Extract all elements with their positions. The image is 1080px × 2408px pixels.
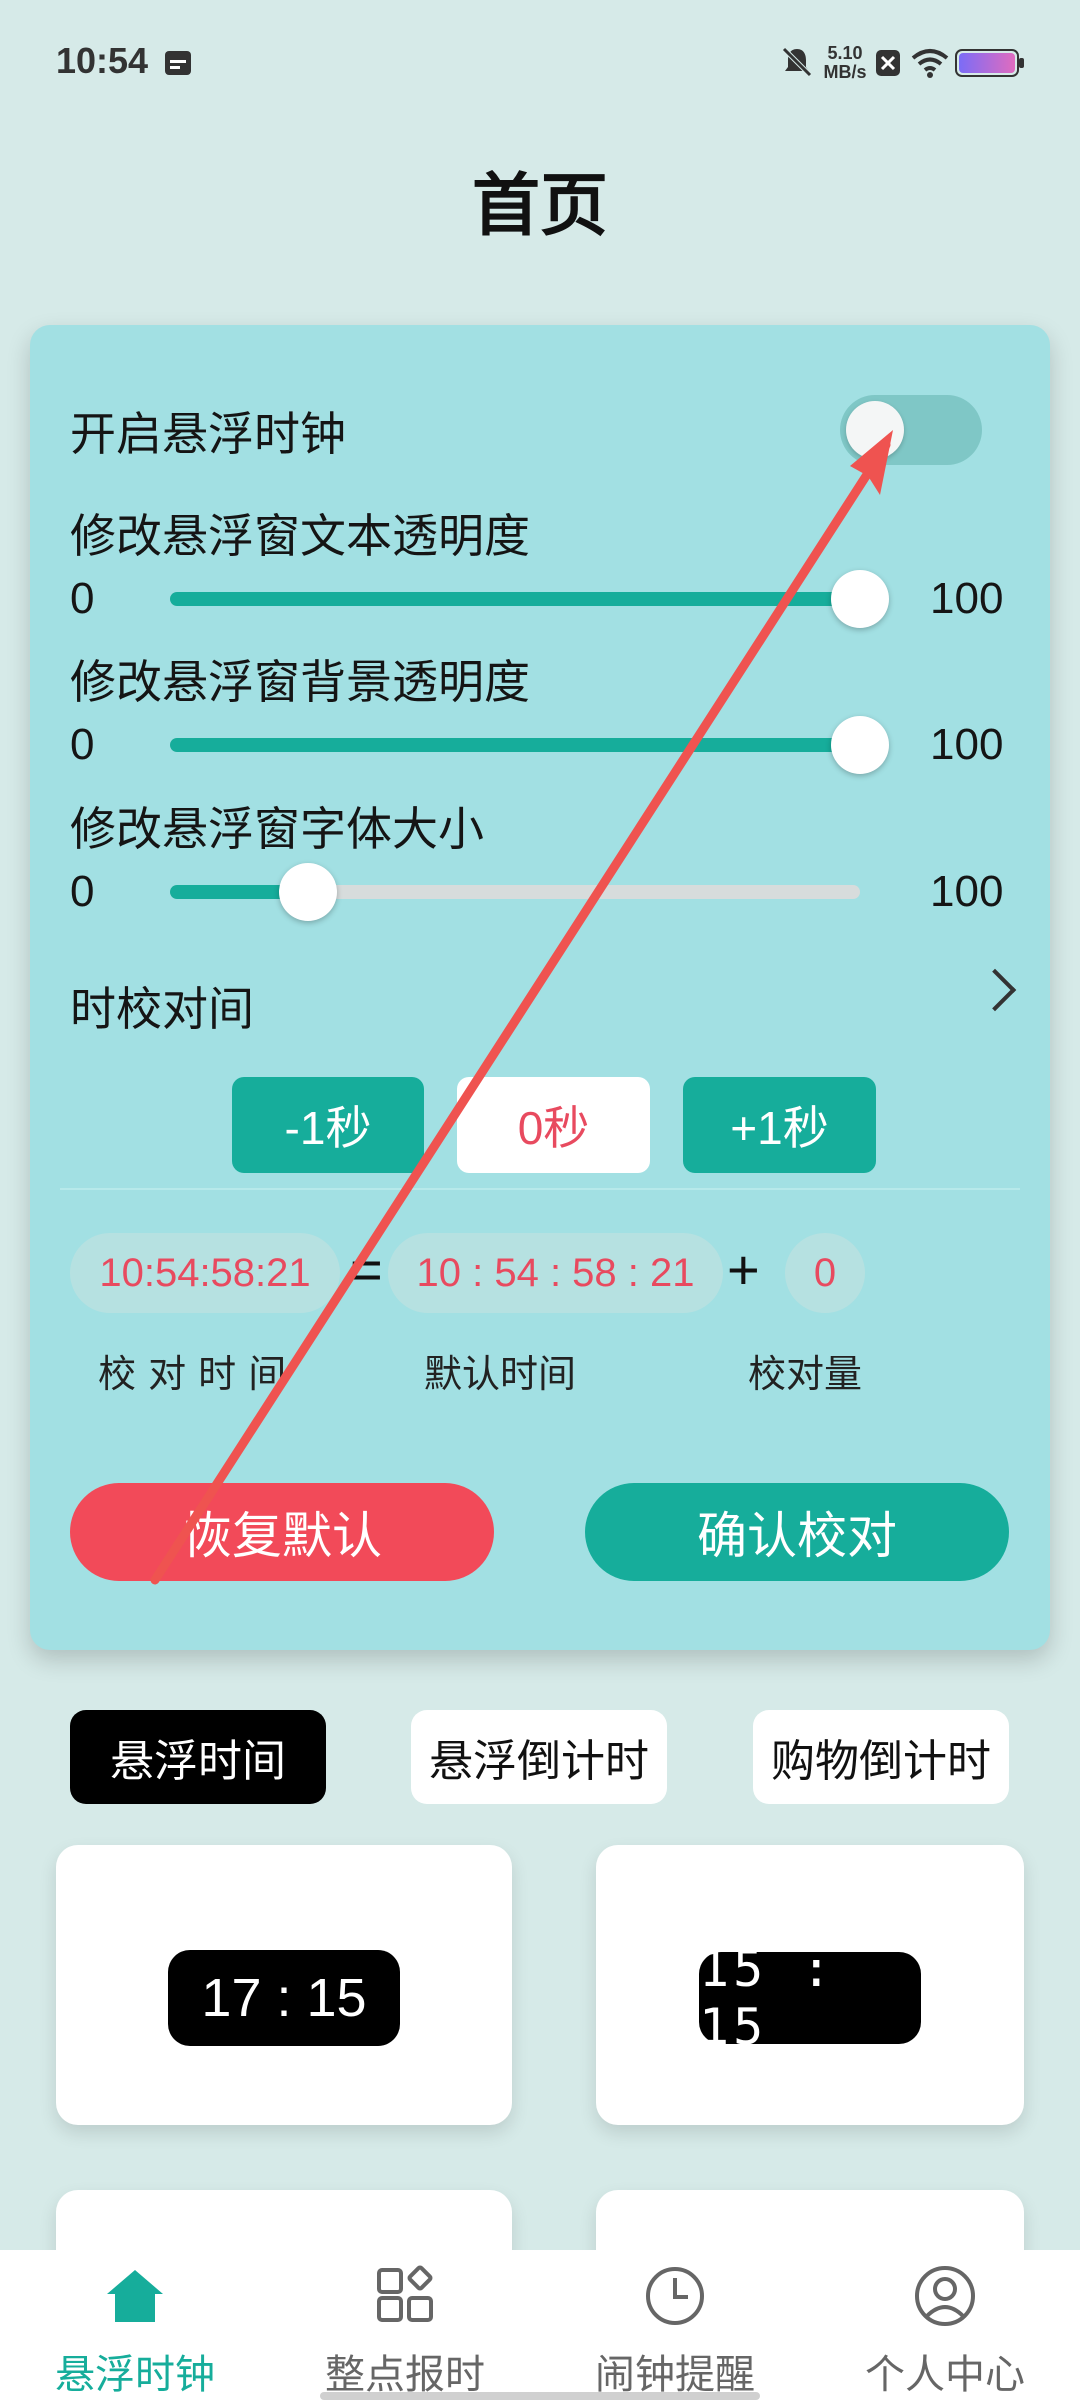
status-bar: 10:54 5.10 MB/s [0, 0, 1080, 120]
slider-thumb[interactable] [831, 570, 889, 628]
minus-one-second-button[interactable]: -1秒 [232, 1077, 424, 1173]
nav-item-hourly-chime[interactable]: 整点报时 [270, 2250, 540, 2408]
offset-value: 0 [785, 1233, 865, 1313]
font-size-min: 0 [70, 867, 95, 916]
close-box-icon [876, 50, 900, 76]
tab-shopping-countdown[interactable]: 购物倒计时 [753, 1710, 1009, 1804]
enable-floating-clock-label: 开启悬浮时钟 [70, 407, 346, 461]
divider [60, 1188, 1020, 1190]
mute-bell-icon [782, 47, 812, 77]
nav-item-floating-clock[interactable]: 悬浮时钟 [0, 2250, 270, 2408]
default-time-value: 10 : 54 : 58 : 21 [388, 1233, 723, 1313]
toggle-knob [846, 401, 904, 459]
tab-floating-time[interactable]: 悬浮时间 [70, 1710, 326, 1804]
bottom-nav: 悬浮时钟 整点报时 闹钟提醒 个人中心 [0, 2250, 1080, 2408]
wifi-icon [911, 49, 949, 78]
clock-style-tile-2[interactable]: 15 : 15 [596, 1845, 1024, 2125]
plus-sign: + [727, 1238, 760, 1301]
clock-style-preview-digital: 15 : 15 [699, 1940, 921, 2056]
calendar-icon [165, 51, 191, 75]
confirm-calibration-button[interactable]: 确认校对 [585, 1483, 1009, 1581]
calibrated-time-label: 校 对 时 间 [98, 1352, 287, 1396]
offset-label: 校对量 [748, 1352, 863, 1396]
text-opacity-min: 0 [70, 574, 95, 623]
battery-icon [955, 49, 1024, 77]
home-indicator [320, 2392, 760, 2400]
font-size-max: 100 [930, 867, 1004, 916]
current-offset-display: 0秒 [457, 1077, 650, 1173]
text-opacity-max: 100 [930, 574, 1004, 623]
calibrated-time-value: 10:54:58:21 [70, 1233, 340, 1313]
tab-floating-countdown[interactable]: 悬浮倒计时 [411, 1710, 667, 1804]
slider-thumb[interactable] [831, 716, 889, 774]
background-opacity-slider[interactable] [170, 716, 889, 774]
status-time: 10:54 [56, 40, 149, 81]
grid-icon [377, 2265, 433, 2322]
net-speed-value: 5.10 [827, 43, 863, 63]
calibrate-time-label[interactable]: 时校对间 [70, 973, 254, 1039]
default-time-label: 默认时间 [424, 1352, 577, 1396]
background-opacity-label: 修改悬浮窗背景透明度 [70, 655, 530, 709]
slider-fill [170, 592, 860, 606]
clock-icon [646, 2267, 704, 2325]
net-speed: 5.10 MB/s [822, 44, 868, 82]
text-opacity-label: 修改悬浮窗文本透明度 [70, 509, 530, 563]
home-icon [107, 2270, 163, 2322]
slider-thumb[interactable] [279, 863, 337, 921]
clock-style-tile-1[interactable]: 17 : 15 [56, 1845, 512, 2125]
nav-item-alarm-reminder[interactable]: 闹钟提醒 [540, 2250, 810, 2408]
person-icon [915, 2266, 975, 2326]
nav-label: 个人中心 [865, 2352, 1025, 2398]
clock-style-preview: 17 : 15 [168, 1950, 400, 2046]
reset-default-button[interactable]: 恢复默认 [70, 1483, 494, 1581]
enable-floating-clock-toggle[interactable] [840, 395, 982, 465]
net-speed-unit: MB/s [823, 62, 867, 82]
font-size-label: 修改悬浮窗字体大小 [70, 802, 484, 856]
background-opacity-min: 0 [70, 720, 95, 769]
text-opacity-slider[interactable] [170, 570, 889, 628]
page-title: 首页 [471, 167, 608, 246]
nav-label: 悬浮时钟 [55, 2352, 215, 2398]
nav-item-personal-center[interactable]: 个人中心 [810, 2250, 1080, 2408]
slider-fill [170, 738, 860, 752]
plus-one-second-button[interactable]: +1秒 [683, 1077, 876, 1173]
font-size-slider[interactable] [170, 863, 860, 921]
background-opacity-max: 100 [930, 720, 1004, 769]
equals-sign: = [350, 1238, 383, 1301]
